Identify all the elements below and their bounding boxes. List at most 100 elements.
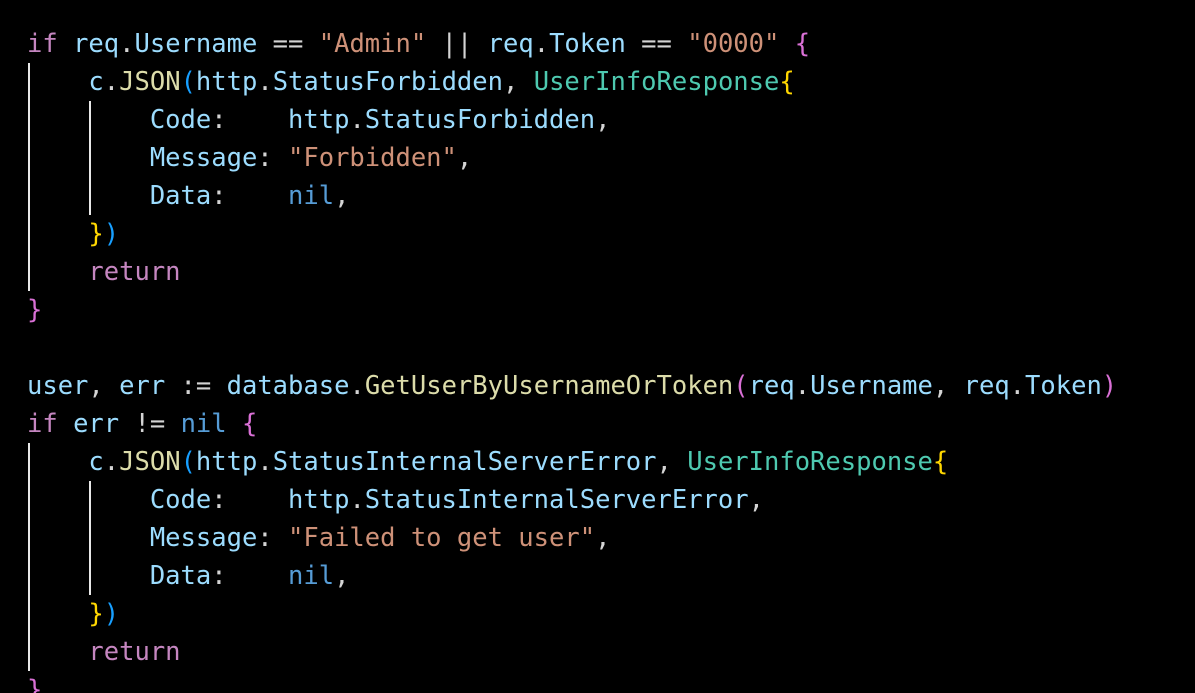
code-token: http [195, 447, 258, 477]
code-token: ) [103, 599, 120, 629]
code-token: ) [103, 219, 120, 249]
code-line[interactable]: Code: http.StatusInternalServerError, [27, 481, 764, 519]
code-token: . [349, 371, 365, 401]
code-token: , [595, 523, 611, 553]
code-token: UserInfoResponse [687, 447, 933, 477]
code-token: return [88, 637, 181, 667]
code-token: http [288, 485, 350, 515]
code-token: : [211, 485, 289, 515]
code-token: Message [149, 523, 258, 553]
code-line[interactable]: return [27, 633, 181, 671]
code-line[interactable]: return [27, 253, 181, 291]
code-token: , [656, 447, 688, 477]
code-line[interactable]: Data: nil, [27, 557, 350, 595]
code-token: Token [549, 29, 626, 59]
code-line[interactable]: Code: http.StatusForbidden, [27, 101, 611, 139]
code-token: "Forbidden" [288, 143, 457, 173]
code-token: : [211, 181, 289, 211]
code-token: { [794, 29, 811, 59]
code-line[interactable]: Message: "Forbidden", [27, 139, 472, 177]
code-token: != [119, 409, 181, 439]
code-line[interactable]: }) [27, 215, 119, 253]
code-line[interactable]: user, err := database.GetUserByUsernameO… [27, 367, 1117, 405]
code-token: , [932, 371, 964, 401]
code-token: nil [288, 181, 335, 211]
code-token: GetUserByUsernameOrToken [364, 371, 734, 401]
code-token: StatusForbidden [364, 105, 596, 135]
code-token: Message [149, 143, 258, 173]
code-token: } [27, 295, 43, 325]
code-token: := [165, 371, 227, 401]
code-line[interactable]: } [27, 291, 42, 329]
code-token: , [456, 143, 473, 173]
code-token: Code [149, 105, 212, 135]
code-token: , [503, 67, 534, 97]
code-token: StatusInternalServerError [272, 447, 657, 477]
code-token: { [779, 67, 795, 97]
code-token: Data [149, 181, 212, 211]
code-token: : [257, 523, 289, 553]
code-token: StatusInternalServerError [364, 485, 749, 515]
code-token: || [426, 29, 488, 59]
code-token: , [748, 485, 764, 515]
code-token: http [195, 67, 258, 97]
code-line[interactable]: } [27, 671, 42, 693]
code-token: database [226, 371, 350, 401]
code-token: , [88, 371, 120, 401]
code-token: . [1009, 371, 1026, 401]
code-token: . [349, 485, 365, 515]
code-token: JSON [119, 67, 181, 97]
code-token: nil [288, 561, 335, 591]
code-token: "Admin" [318, 29, 427, 59]
code-token: { [932, 447, 949, 477]
code-token: , [595, 105, 611, 135]
code-token: } [88, 219, 104, 249]
code-token: { [241, 409, 258, 439]
code-token: , [334, 561, 350, 591]
code-token: StatusForbidden [272, 67, 503, 97]
code-token: Username [134, 29, 258, 59]
code-line[interactable]: Data: nil, [27, 177, 350, 215]
code-token: ) [1101, 371, 1118, 401]
code-token: } [27, 675, 43, 693]
code-line[interactable]: c.JSON(http.StatusForbidden, UserInfoRes… [27, 63, 795, 101]
code-token: == [257, 29, 319, 59]
code-token: . [349, 105, 365, 135]
code-token: if [27, 29, 58, 59]
code-token: : [211, 105, 289, 135]
code-line[interactable]: c.JSON(http.StatusInternalServerError, U… [27, 443, 948, 481]
code-token: ( [180, 447, 196, 477]
code-token: , [334, 181, 350, 211]
code-token: Data [149, 561, 212, 591]
code-line[interactable]: if err != nil { [27, 405, 257, 443]
code-line[interactable]: Message: "Failed to get user", [27, 519, 611, 557]
code-token: return [88, 257, 181, 287]
code-line[interactable]: if req.Username == "Admin" || req.Token … [27, 25, 810, 63]
code-token: . [257, 447, 273, 477]
code-token: . [794, 371, 811, 401]
code-token: UserInfoResponse [533, 67, 780, 97]
code-token: user [27, 371, 89, 401]
code-token: c [88, 447, 104, 477]
code-editor[interactable]: if req.Username == "Admin" || req.Token … [0, 0, 1195, 693]
code-line[interactable]: }) [27, 595, 119, 633]
code-token: c [88, 67, 104, 97]
code-token: : [257, 143, 289, 173]
code-token: req [73, 29, 120, 59]
code-token: . [533, 29, 550, 59]
code-token: . [119, 29, 135, 59]
code-token: Username [810, 371, 933, 401]
